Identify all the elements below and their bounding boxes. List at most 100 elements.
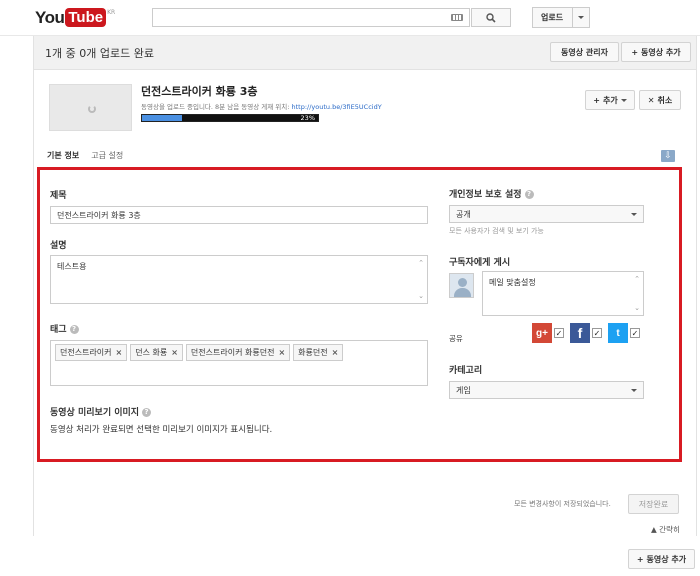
facebook-checkbox[interactable]: ✓ [592, 328, 602, 338]
tag-chip: 화룡던전 × [293, 344, 344, 361]
avatar-head [458, 278, 467, 287]
progress-fill [142, 115, 183, 121]
bottom-add-video-label: 동영상 추가 [646, 554, 687, 564]
subscriber-message-value: 메일 맞춤설정 [489, 278, 536, 287]
privacy-label-text: 개인정보 보호 설정 [449, 190, 522, 200]
title-input[interactable]: 던전스트라이커 화룡 3층 [50, 206, 428, 224]
share-google-plus: g+ ✓ [532, 323, 564, 343]
tags-input[interactable]: 던전스트라이커 × 던스 화룡 × 던전스트라이커 화룡던전 × 화룡던전 × [50, 340, 428, 386]
logo-region: KR [107, 9, 116, 16]
download-icon[interactable]: ⇩ [661, 150, 675, 162]
cancel-label: 취소 [657, 95, 673, 105]
share-label: 공유 [449, 334, 463, 343]
video-manager-label: 동영상 관리자 [561, 47, 608, 57]
upload-status-text: 동영상을 업로드 중입니다. 8분 남음 동영상 게재 위치: http://y… [141, 101, 382, 111]
tab-basic-info[interactable]: 기본 정보 [47, 150, 79, 161]
add-video-button[interactable]: + 동영상 추가 [621, 42, 691, 62]
video-manager-button[interactable]: 동영상 관리자 [550, 42, 619, 62]
bottom-add-video-button[interactable]: + 동영상 추가 [628, 549, 695, 569]
tag-text: 던전스트라이커 [60, 348, 112, 357]
save-button[interactable]: 저장완료 [628, 494, 679, 514]
upload-dropdown[interactable] [572, 8, 589, 27]
add-more-button[interactable]: + 추가 [585, 90, 635, 110]
scroll-up-icon: ⌃ [418, 259, 424, 267]
privacy-hint: 모든 사용자가 검색 및 보기 가능 [449, 227, 544, 235]
plus-icon: + [593, 95, 600, 105]
avatar [449, 273, 474, 298]
chevron-down-icon [578, 16, 585, 19]
remove-tag-icon[interactable]: × [171, 348, 178, 357]
subscriber-message-textarea[interactable]: 메일 맞춤설정 ⌃ ⌄ [482, 271, 644, 316]
tag-chip: 던스 화룡 × [130, 344, 183, 361]
scroll-up-icon: ⌃ [634, 275, 640, 283]
facebook-icon[interactable]: f [570, 323, 590, 343]
upload-status-prefix: 동영상을 업로드 중입니다. 8분 남음 동영상 게재 위치: [141, 103, 290, 111]
upload-label: 업로드 [541, 13, 564, 22]
upload-button[interactable]: 업로드 [532, 7, 590, 28]
logo-you: You [35, 8, 65, 27]
description-value: 테스트용 [57, 262, 87, 271]
scroll-down-icon: ⌄ [634, 304, 640, 312]
description-label: 설명 [50, 241, 67, 251]
basic-info-form: 제목 던전스트라이커 화룡 3층 설명 테스트용 ⌃ ⌄ 태그? 던전스트라이커… [37, 167, 682, 462]
category-label: 카테고리 [449, 366, 483, 376]
remove-tag-icon[interactable]: × [116, 348, 123, 357]
upload-progress-bar: 23% [141, 114, 319, 122]
twitter-icon[interactable]: t [608, 323, 628, 343]
progress-percent: 23% [300, 114, 315, 122]
logo-tube: Tube [65, 8, 107, 27]
save-status-text: 모든 변경사항이 저장되었습니다. [514, 500, 611, 508]
avatar-body [454, 288, 471, 297]
chevron-down-icon [631, 388, 637, 392]
cancel-upload-button[interactable]: ✕ 취소 [639, 90, 681, 110]
close-icon: ✕ [647, 95, 655, 105]
description-textarea[interactable]: 테스트용 ⌃ ⌄ [50, 255, 428, 304]
tag-text: 화룡던전 [298, 348, 328, 357]
tag-chip: 던전스트라이커 화룡던전 × [185, 344, 291, 361]
add-video-label: 동영상 추가 [641, 47, 681, 57]
video-title: 던전스트라이커 화룡 3층 [141, 85, 258, 98]
title-label: 제목 [50, 191, 67, 201]
remove-tag-icon[interactable]: × [278, 348, 285, 357]
chevron-down-icon [631, 212, 637, 216]
category-value: 게임 [456, 385, 471, 395]
help-icon[interactable]: ? [524, 190, 534, 199]
keyboard-icon[interactable] [451, 14, 463, 21]
thumbnail-label: 동영상 미리보기 이미지? [50, 405, 152, 418]
category-select[interactable]: 게임 [449, 381, 644, 399]
textarea-scrollbar[interactable]: ⌃ ⌄ [417, 259, 425, 300]
tag-text: 던스 화룡 [135, 348, 168, 357]
tab-advanced-settings[interactable]: 고급 설정 [91, 150, 123, 161]
share-facebook: f ✓ [570, 323, 602, 343]
tags-label-text: 태그 [50, 325, 67, 335]
privacy-value: 공개 [456, 209, 471, 219]
search-input[interactable] [152, 8, 470, 27]
upload-panel: 1개 중 0개 업로드 완료 동영상 관리자 + 동영상 추가 던전스트라이커 … [33, 36, 697, 536]
loading-spinner-icon [88, 105, 96, 113]
tag-chip: 던전스트라이커 × [55, 344, 128, 361]
tag-list: 던전스트라이커 × 던스 화룡 × 던전스트라이커 화룡던전 × 화룡던전 × [55, 344, 423, 361]
google-plus-icon[interactable]: g+ [532, 323, 552, 343]
privacy-select[interactable]: 공개 [449, 205, 644, 223]
textarea-scrollbar[interactable]: ⌃ ⌄ [633, 275, 641, 312]
search-button[interactable] [471, 8, 511, 27]
help-icon[interactable]: ? [69, 325, 79, 334]
thumbnail-message: 동영상 처리가 완료되면 선택한 미리보기 이미지가 표시됩니다. [50, 425, 273, 435]
help-icon[interactable]: ? [142, 408, 152, 417]
tag-text: 던전스트라이커 화룡던전 [190, 348, 275, 357]
settings-tabs: 기본 정보 고급 설정 [47, 150, 123, 161]
collapse-link[interactable]: ▲ 간략히 [651, 524, 680, 535]
google-plus-checkbox[interactable]: ✓ [554, 328, 564, 338]
thumbnail-label-text: 동영상 미리보기 이미지 [50, 408, 140, 418]
youtube-logo[interactable]: You Tube KR [35, 8, 115, 28]
tags-label: 태그? [50, 322, 79, 335]
chevron-down-icon [620, 98, 627, 102]
privacy-label: 개인정보 보호 설정? [449, 187, 534, 200]
save-label: 저장완료 [638, 499, 669, 509]
share-twitter: t ✓ [608, 323, 640, 343]
upload-status-header: 1개 중 0개 업로드 완료 동영상 관리자 + 동영상 추가 [34, 36, 696, 70]
video-link[interactable]: http://youtu.be/3fiE5UCcidY [292, 103, 382, 111]
remove-tag-icon[interactable]: × [332, 348, 339, 357]
twitter-checkbox[interactable]: ✓ [630, 328, 640, 338]
scroll-down-icon: ⌄ [418, 292, 424, 300]
